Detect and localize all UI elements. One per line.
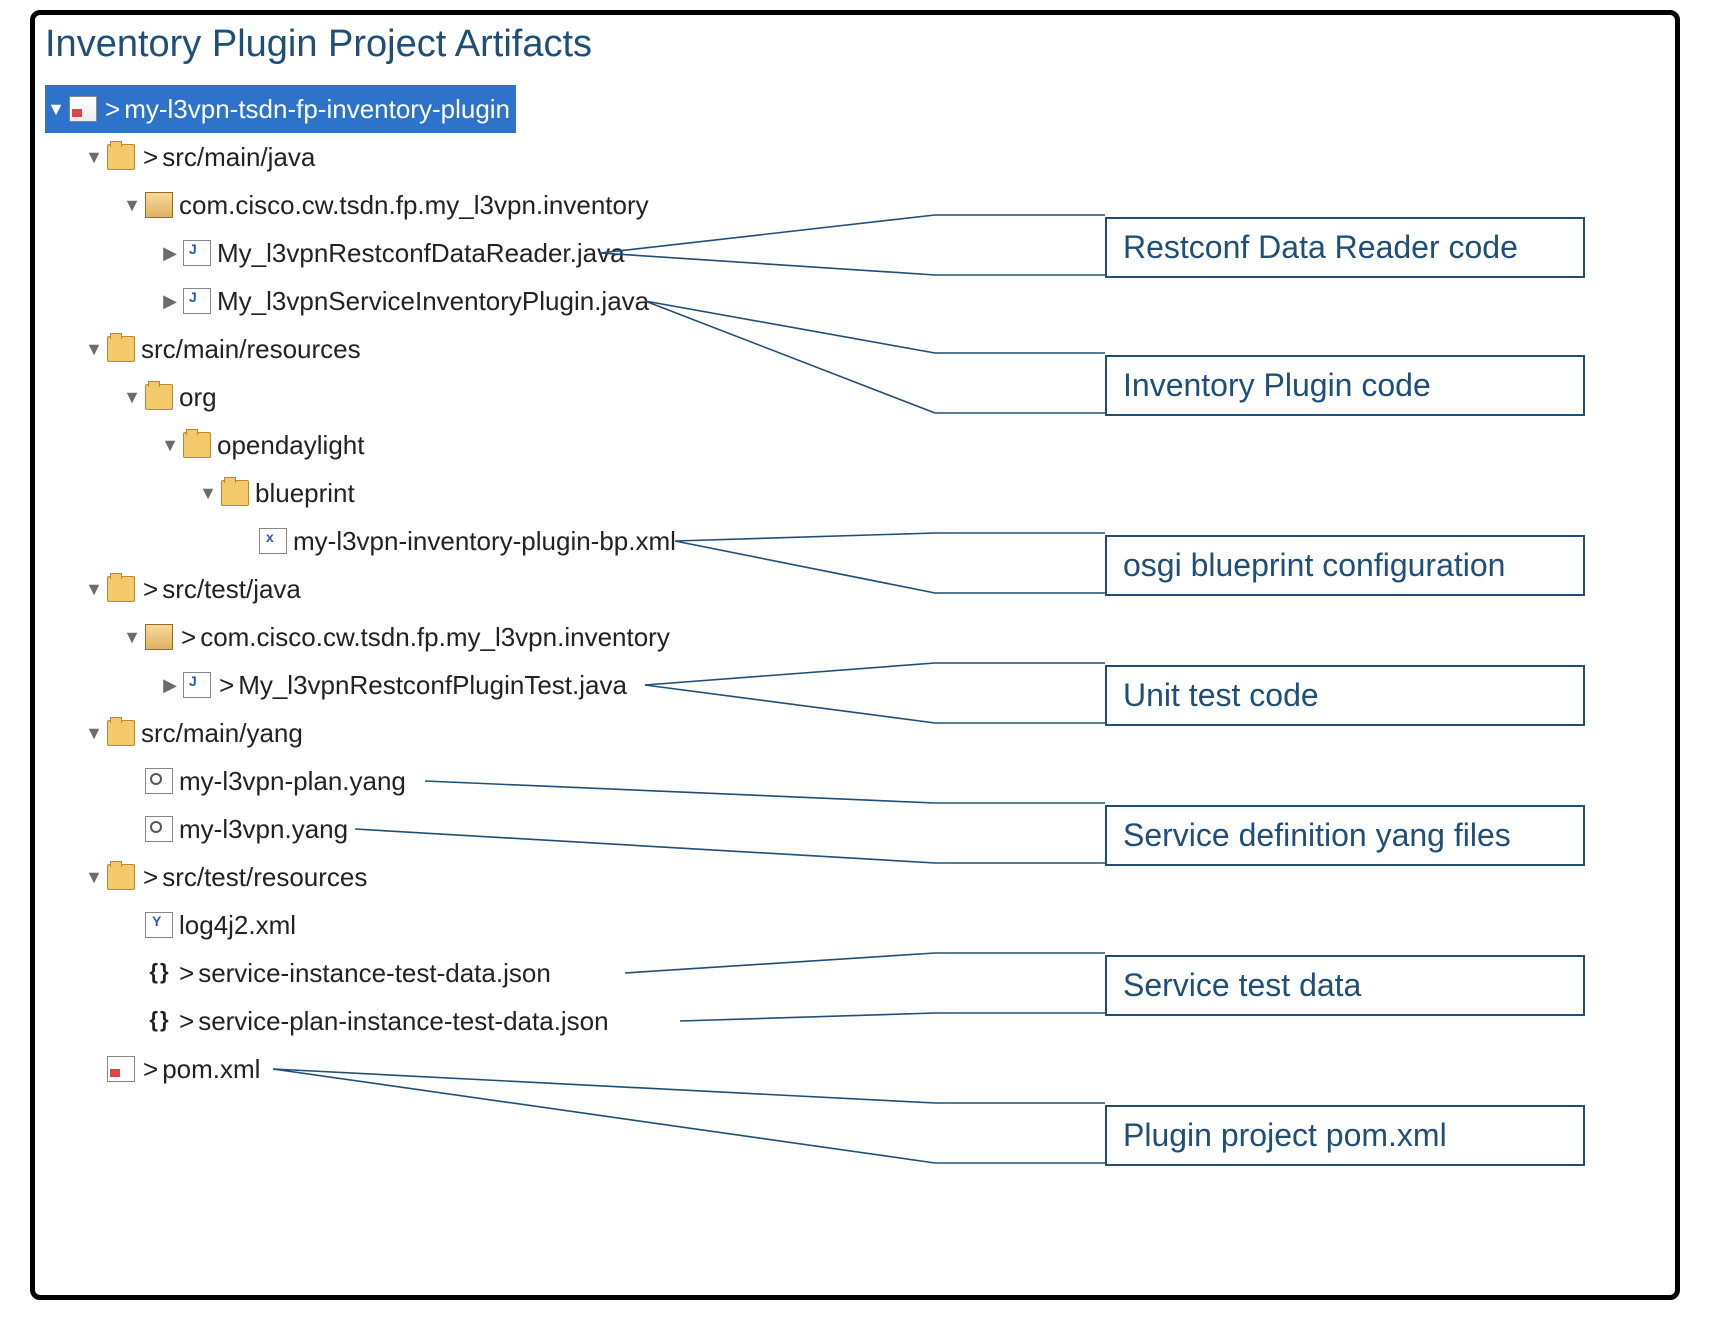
tree-folder-org[interactable]: org: [45, 373, 745, 421]
tree-root[interactable]: > my-l3vpn-tsdn-fp-inventory-plugin: [45, 85, 516, 133]
tree-label: service-instance-test-data.json: [198, 960, 551, 986]
source-folder-icon: [107, 576, 135, 602]
tree-src-test-java[interactable]: > src/test/java: [45, 565, 745, 613]
java-file-icon: [183, 288, 211, 314]
tree-label: My_l3vpnServiceInventoryPlugin.java: [217, 288, 649, 314]
tree-label: opendaylight: [217, 432, 364, 458]
json-file-icon: [145, 961, 171, 985]
pom-file-icon: [107, 1056, 135, 1082]
folder-icon: [221, 480, 249, 506]
callout-pom: Plugin project pom.xml: [1105, 1105, 1585, 1166]
tree-label: src/main/java: [162, 144, 315, 170]
tree-label: my-l3vpn.yang: [179, 816, 348, 842]
java-file-icon: [183, 240, 211, 266]
tree-folder-opendaylight[interactable]: opendaylight: [45, 421, 745, 469]
package-icon: [145, 624, 173, 650]
java-file-icon: [183, 672, 211, 698]
yang-file-icon: [145, 816, 173, 842]
tree-label: service-plan-instance-test-data.json: [198, 1008, 608, 1034]
package-icon: [145, 192, 173, 218]
callout-restconf-datareader: Restconf Data Reader code: [1105, 217, 1585, 278]
callout-text: Restconf Data Reader code: [1123, 229, 1518, 265]
tree-label: src/main/yang: [141, 720, 303, 746]
source-folder-icon: [107, 720, 135, 746]
project-icon: [69, 96, 97, 122]
callout-service-test-data: Service test data: [1105, 955, 1585, 1016]
tree-file-svcplan-json[interactable]: > service-plan-instance-test-data.json: [45, 997, 745, 1045]
tree-file-bpxml[interactable]: my-l3vpn-inventory-plugin-bp.xml: [45, 517, 745, 565]
source-folder-icon: [107, 144, 135, 170]
page-title: Inventory Plugin Project Artifacts: [45, 23, 592, 66]
tree-src-test-resources[interactable]: > src/test/resources: [45, 853, 745, 901]
diagram-frame: Inventory Plugin Project Artifacts > my-…: [30, 10, 1680, 1300]
tree-label: my-l3vpn-inventory-plugin-bp.xml: [293, 528, 676, 554]
tree-file-log4j2[interactable]: log4j2.xml: [45, 901, 745, 949]
tree-label: com.cisco.cw.tsdn.fp.my_l3vpn.inventory: [200, 624, 670, 650]
tree-label: my-l3vpn-tsdn-fp-inventory-plugin: [124, 96, 510, 122]
tree-file-plugintest[interactable]: > My_l3vpnRestconfPluginTest.java: [45, 661, 745, 709]
callout-text: Service definition yang files: [1123, 817, 1511, 853]
callout-text: Service test data: [1123, 967, 1361, 1003]
tree-label: com.cisco.cw.tsdn.fp.my_l3vpn.inventory: [179, 192, 649, 218]
tree-src-main-java[interactable]: > src/main/java: [45, 133, 745, 181]
callout-text: Plugin project pom.xml: [1123, 1117, 1447, 1153]
xml-file-icon: [259, 528, 287, 554]
callout-yang-defs: Service definition yang files: [1105, 805, 1585, 866]
tree-folder-blueprint[interactable]: blueprint: [45, 469, 745, 517]
folder-icon: [183, 432, 211, 458]
tree-src-main-resources[interactable]: src/main/resources: [45, 325, 745, 373]
tree-file-inventoryplugin[interactable]: My_l3vpnServiceInventoryPlugin.java: [45, 277, 745, 325]
xml-file-icon: [145, 912, 173, 938]
tree-file-pom[interactable]: > pom.xml: [45, 1045, 745, 1093]
tree-file-yang[interactable]: my-l3vpn.yang: [45, 805, 745, 853]
tree-label: my-l3vpn-plan.yang: [179, 768, 406, 794]
tree-label: src/main/resources: [141, 336, 361, 362]
callout-inventory-plugin: Inventory Plugin code: [1105, 355, 1585, 416]
callout-text: Unit test code: [1123, 677, 1319, 713]
tree-label: My_l3vpnRestconfPluginTest.java: [238, 672, 627, 698]
source-folder-icon: [107, 336, 135, 362]
callout-osgi-blueprint: osgi blueprint configuration: [1105, 535, 1585, 596]
callout-text: osgi blueprint configuration: [1123, 547, 1505, 583]
tree-label: My_l3vpnRestconfDataReader.java: [217, 240, 625, 266]
callout-unit-test: Unit test code: [1105, 665, 1585, 726]
tree-label: src/test/java: [162, 576, 301, 602]
tree-file-planyang[interactable]: my-l3vpn-plan.yang: [45, 757, 745, 805]
tree-src-main-yang[interactable]: src/main/yang: [45, 709, 745, 757]
project-tree: > my-l3vpn-tsdn-fp-inventory-plugin > sr…: [45, 85, 745, 1093]
tree-label: org: [179, 384, 217, 410]
callout-text: Inventory Plugin code: [1123, 367, 1431, 403]
yang-file-icon: [145, 768, 173, 794]
tree-label: src/test/resources: [162, 864, 367, 890]
tree-pkg-inventory[interactable]: com.cisco.cw.tsdn.fp.my_l3vpn.inventory: [45, 181, 745, 229]
tree-file-datareader[interactable]: My_l3vpnRestconfDataReader.java: [45, 229, 745, 277]
source-folder-icon: [107, 864, 135, 890]
tree-label: blueprint: [255, 480, 355, 506]
tree-label: log4j2.xml: [179, 912, 296, 938]
tree-pkg-inventory-test[interactable]: > com.cisco.cw.tsdn.fp.my_l3vpn.inventor…: [45, 613, 745, 661]
json-file-icon: [145, 1009, 171, 1033]
tree-file-svcinst-json[interactable]: > service-instance-test-data.json: [45, 949, 745, 997]
tree-label: pom.xml: [162, 1056, 260, 1082]
folder-icon: [145, 384, 173, 410]
